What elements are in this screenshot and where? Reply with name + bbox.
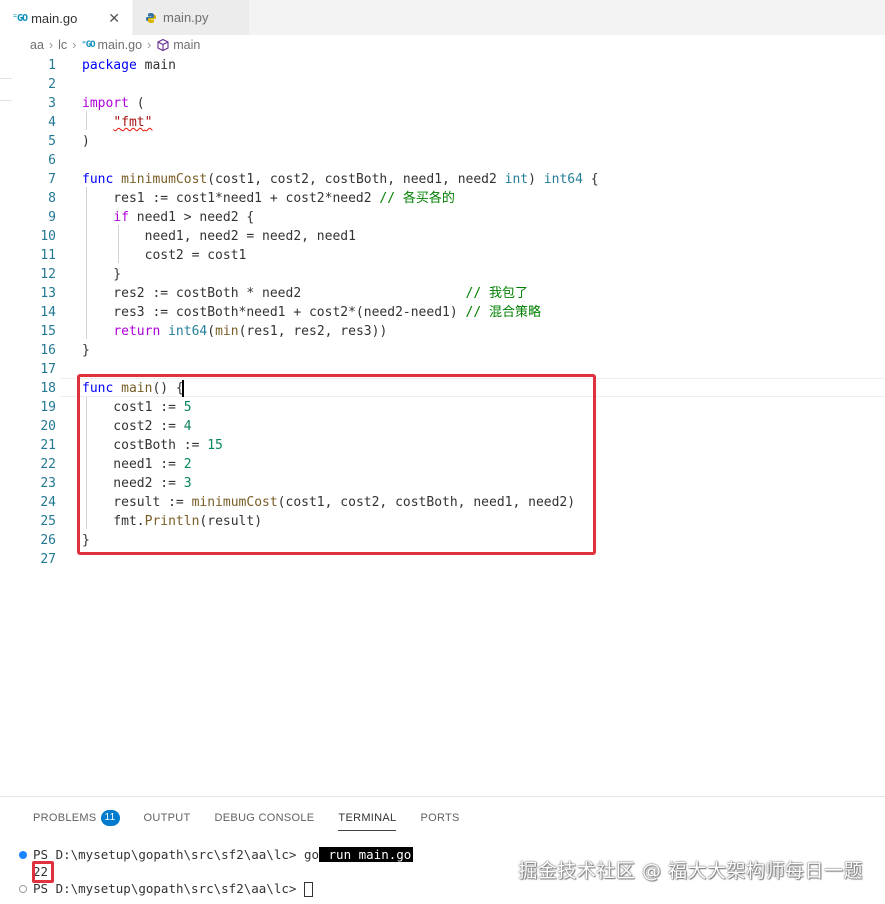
tab-debug-console[interactable]: DEBUG CONSOLE: [215, 805, 315, 831]
breadcrumb: aa › lc › ⁼GO main.go › main: [0, 35, 885, 55]
tab-ports[interactable]: PORTS: [420, 805, 459, 831]
terminal-line: PS D:\mysetup\gopath\src\sf2\aa\lc>: [33, 880, 313, 898]
code-line: 3 import (: [48, 96, 145, 111]
breadcrumb-item[interactable]: main.go: [98, 38, 142, 52]
code-line: 2: [48, 77, 56, 92]
annotation-box-main-func: [77, 374, 596, 555]
code-line: 5): [48, 134, 90, 149]
chevron-right-icon: ›: [72, 38, 77, 52]
command-success-dot-icon: [19, 851, 27, 859]
tab-terminal[interactable]: TERMINAL: [338, 805, 397, 831]
close-icon[interactable]: ✕: [108, 10, 120, 27]
python-file-icon: [146, 12, 156, 23]
code-line: 13 res2 := costBoth * need2 // 我包了: [40, 286, 528, 301]
code-line: 12 }: [40, 267, 122, 282]
code-line: 9 if need1 > need2 {: [48, 210, 255, 225]
chevron-right-icon: ›: [48, 38, 54, 52]
tab-main-go[interactable]: ⁼GO main.go ✕: [0, 0, 133, 35]
go-file-icon: ⁼GO: [12, 12, 28, 24]
tab-label: main.go: [31, 10, 78, 26]
panel-tabs: PROBLEMS 11 OUTPUT DEBUG CONSOLE TERMINAL…: [33, 805, 484, 831]
code-line: 4 "fmt": [48, 115, 153, 130]
terminal-cursor: [303, 882, 313, 897]
breadcrumb-item[interactable]: aa: [30, 38, 44, 52]
code-line: 10 need1, need2 = need2, need1: [40, 229, 356, 244]
code-line: 16}: [40, 343, 90, 358]
tab-main-py[interactable]: main.py: [133, 0, 250, 35]
go-file-icon: ⁼GO: [81, 40, 95, 50]
watermark: 掘金技术社区 @ 福大大架构师每日一题: [518, 860, 863, 882]
code-line: 1 package main: [48, 58, 176, 73]
symbol-function-icon: [157, 38, 169, 52]
chevron-right-icon: ›: [147, 38, 152, 52]
code-line: 11 cost2 = cost1: [40, 248, 247, 263]
breadcrumb-item[interactable]: main: [173, 38, 200, 52]
code-line: 15 return int64(min(res1, res2, res3)): [40, 324, 388, 339]
code-line: 14 res3 := costBoth*need1 + cost2*(need2…: [40, 305, 541, 320]
tab-problems[interactable]: PROBLEMS 11: [33, 805, 120, 831]
breadcrumb-item[interactable]: lc: [58, 38, 67, 52]
tab-label: main.py: [163, 10, 209, 25]
annotation-box-output: [32, 861, 54, 883]
tab-output[interactable]: OUTPUT: [144, 805, 191, 831]
editor-tab-bar: ⁼GO main.go ✕ main.py: [0, 0, 885, 35]
code-line: 8 res1 := cost1*need1 + cost2*need2 // 各…: [48, 191, 455, 206]
terminal-line: PS D:\mysetup\gopath\src\sf2\aa\lc> go r…: [33, 847, 414, 862]
code-line: 7 func minimumCost(cost1, cost2, costBoth…: [48, 172, 599, 187]
problems-count-badge: 11: [100, 810, 120, 826]
code-line: 6: [48, 153, 56, 168]
command-pending-dot-icon: [19, 885, 27, 893]
